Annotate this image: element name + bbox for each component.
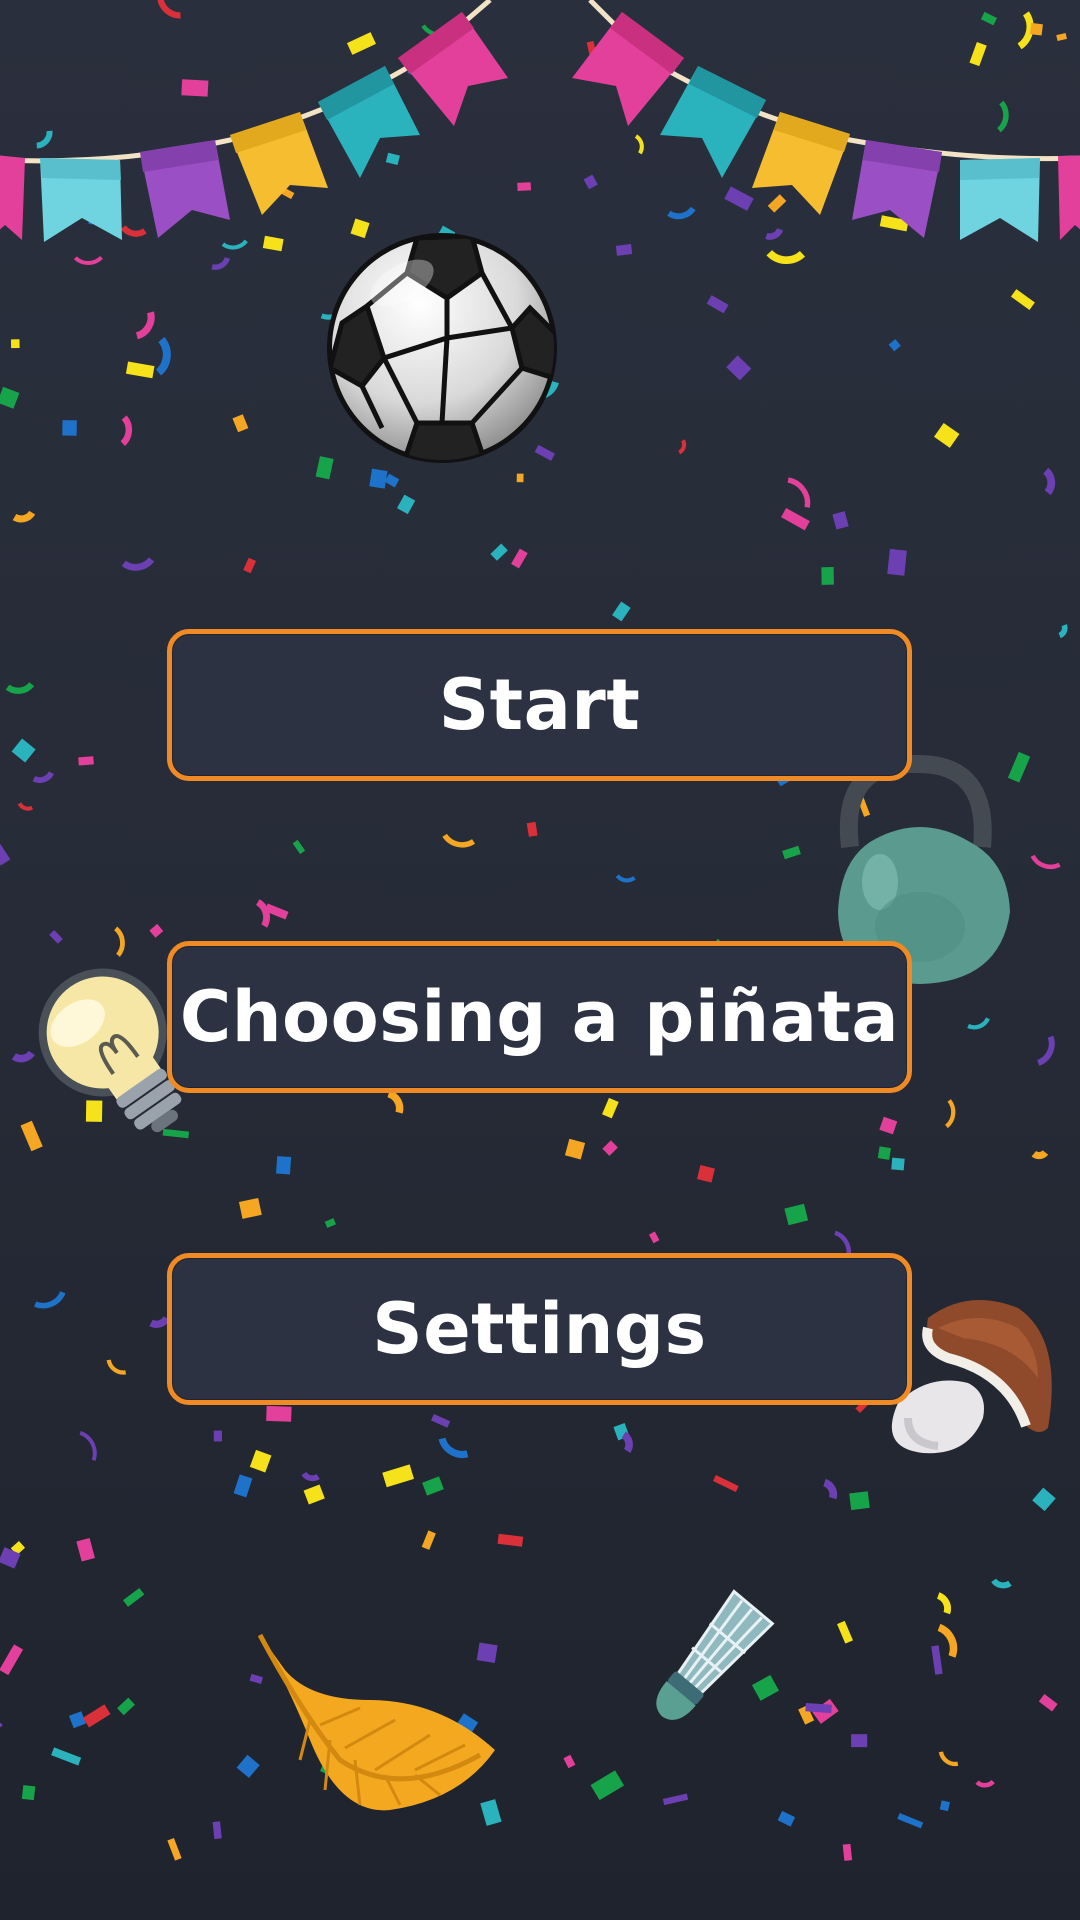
choose-pinata-button[interactable]: Choosing a piñata bbox=[167, 941, 912, 1093]
settings-button[interactable]: Settings bbox=[167, 1253, 912, 1405]
leaf-icon bbox=[257, 1633, 495, 1811]
shuttlecock-icon bbox=[656, 1589, 775, 1720]
start-button[interactable]: Start bbox=[167, 629, 912, 781]
soccer-ball-icon bbox=[327, 233, 557, 463]
